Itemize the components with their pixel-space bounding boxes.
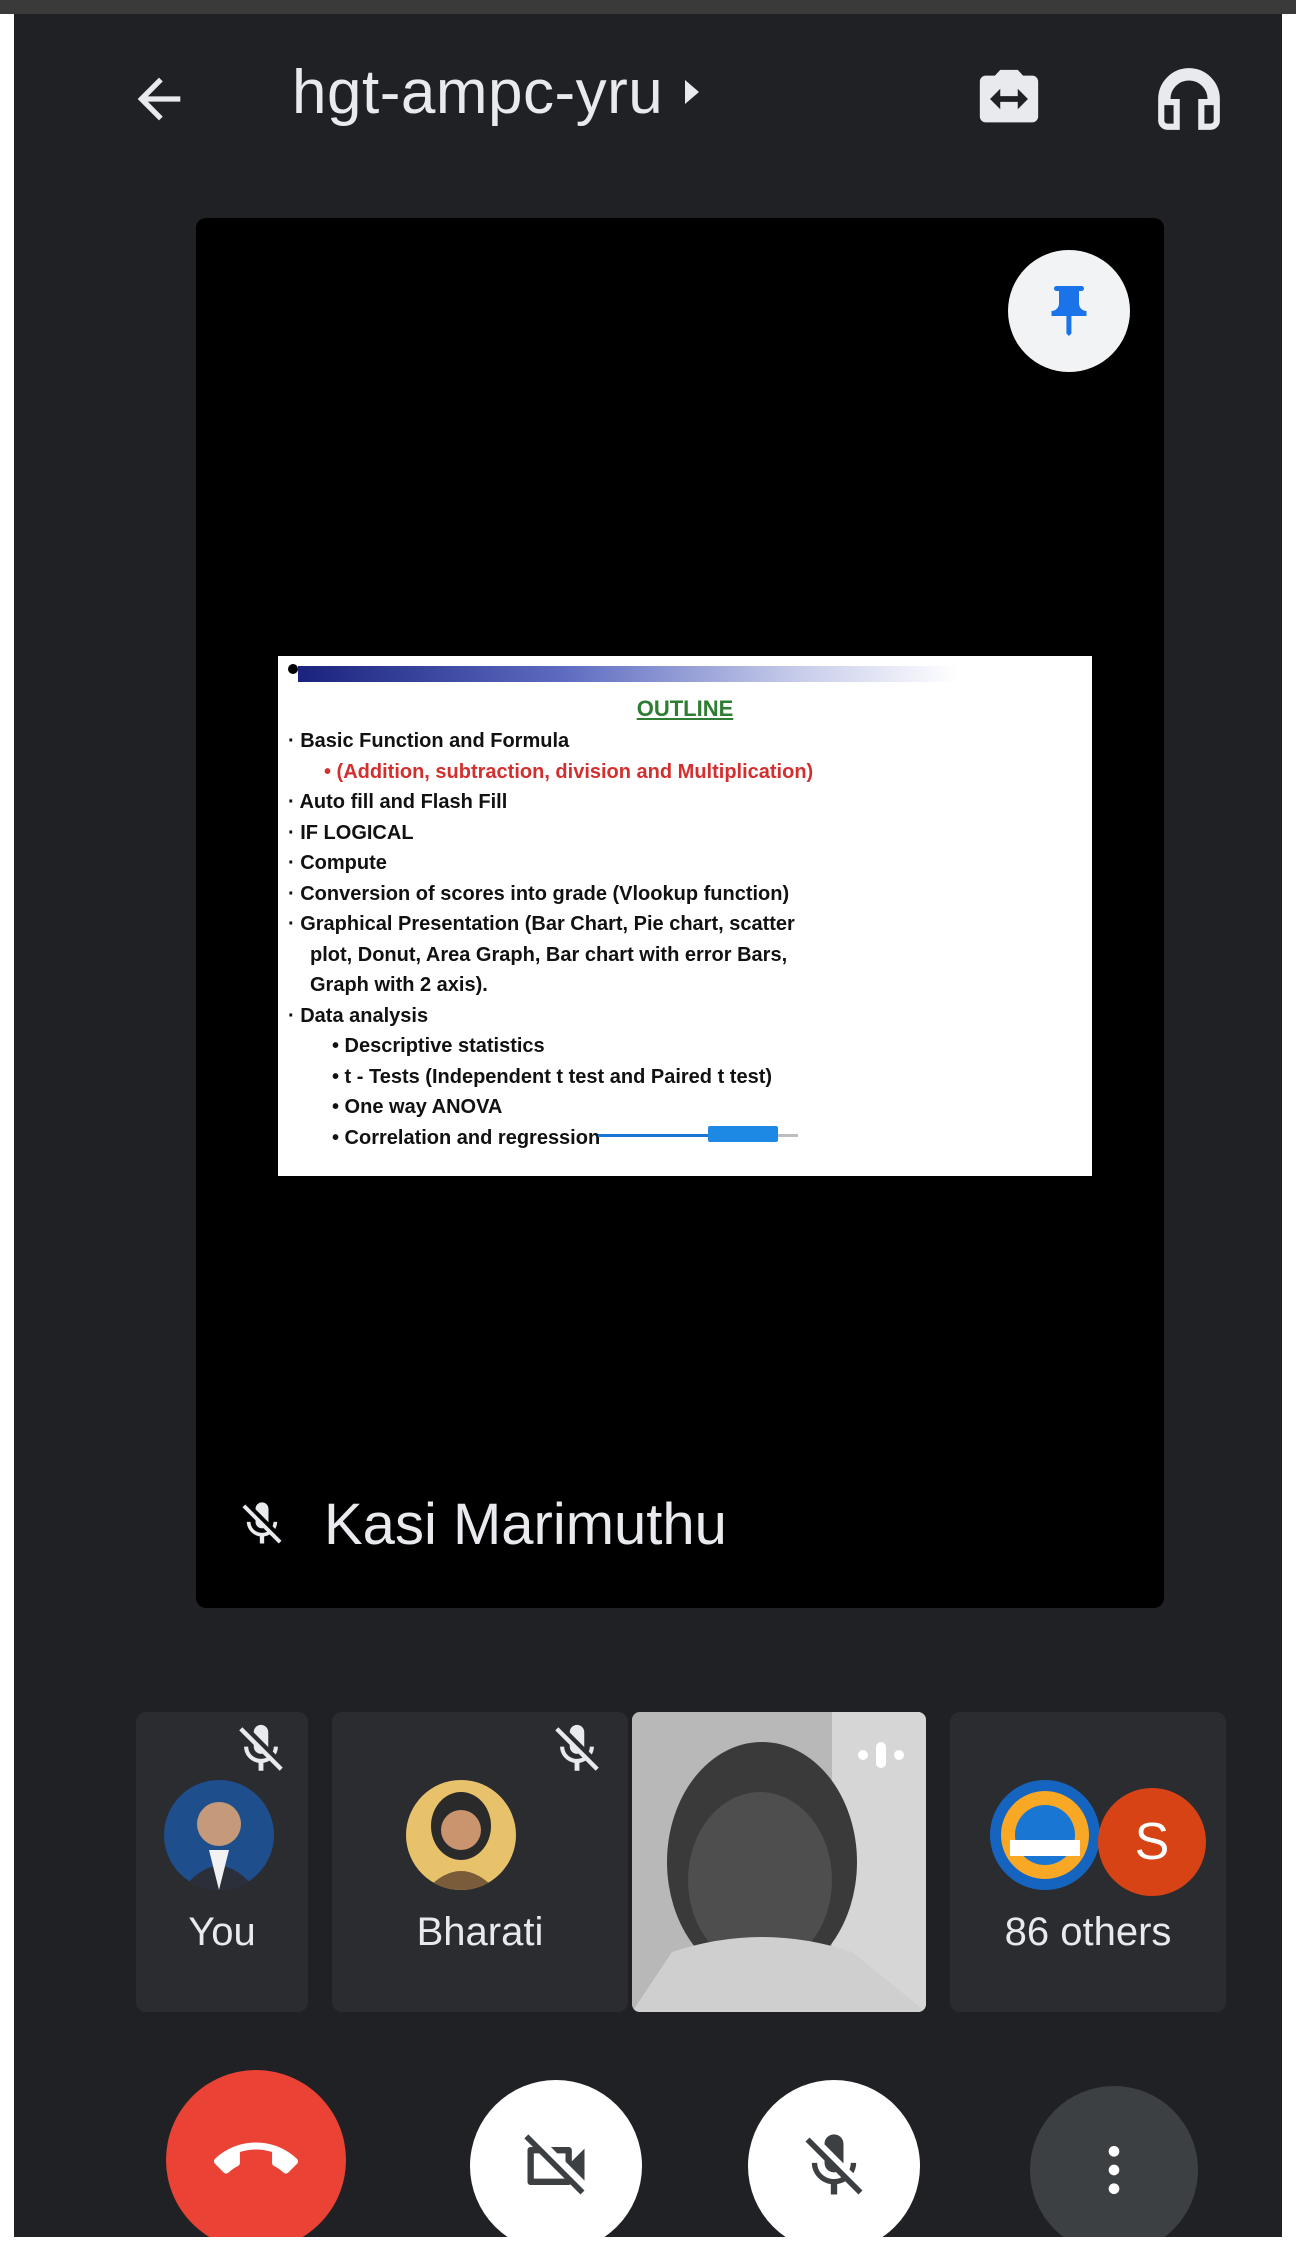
phone-hangup-icon <box>214 2142 298 2174</box>
slide-line: · Graphical Presentation (Bar Chart, Pie… <box>288 913 795 935</box>
audio-output-button[interactable] <box>1134 44 1244 154</box>
slide-line: · Conversion of scores into grade (Vlook… <box>288 882 790 905</box>
avatar-image <box>990 1780 1100 1890</box>
participant-tile-bharati[interactable]: Bharati <box>332 1712 628 2012</box>
slide-progress-fill <box>598 1134 708 1137</box>
speaker-label: Kasi Marimuthu <box>236 1484 727 1564</box>
slide-line: · Data analysis <box>288 1004 429 1027</box>
pin-button[interactable] <box>1008 250 1130 372</box>
camera-toggle-button[interactable] <box>470 2080 642 2251</box>
pin-icon <box>1051 286 1087 336</box>
end-call-button[interactable] <box>166 2070 346 2250</box>
participant-initial-badge: S <box>1098 1788 1206 1896</box>
slide-title: OUTLINE <box>636 696 734 721</box>
slide-line: · IF LOGICAL <box>288 821 414 844</box>
slide-line: • One way ANOVA <box>332 1096 503 1118</box>
slide-line: • (Addition, subtraction, division and M… <box>324 760 814 783</box>
back-button[interactable] <box>104 44 214 154</box>
avatar-image <box>406 1780 516 1890</box>
slide-outline: · Basic Function and Formula • (Addition… <box>288 726 1088 1153</box>
avatar <box>164 1780 274 1890</box>
slide-line: · Compute <box>288 852 387 874</box>
caret-right-icon <box>685 80 700 104</box>
participant-video-tile[interactable] <box>632 1712 926 2012</box>
switch-camera-button[interactable] <box>954 44 1064 154</box>
slide-line: Graph with 2 axis). <box>310 974 488 996</box>
camera-off-icon <box>524 2134 585 2195</box>
main-presentation-tile[interactable]: OUTLINE · Basic Function and Formula • (… <box>196 218 1164 1608</box>
mic-off-icon <box>805 2134 863 2195</box>
slide-line: plot, Donut, Area Graph, Bar chart with … <box>310 943 788 966</box>
mic-off-icon <box>239 1724 283 1771</box>
slide-header-bar <box>298 666 958 682</box>
participant-tile-you[interactable]: You <box>136 1712 308 2012</box>
participant-name: You <box>188 1910 256 1954</box>
mic-off-icon <box>242 1502 282 1544</box>
slide-line: • Correlation and regression <box>332 1126 601 1149</box>
slide-progress-thumb <box>708 1126 778 1142</box>
slide-bullet-dot <box>288 664 298 674</box>
participant-tile-others[interactable]: S 86 others <box>950 1712 1226 2012</box>
speaker-name: Kasi Marimuthu <box>324 1491 727 1557</box>
slide-progress-bar <box>598 1126 798 1142</box>
slide-line: · Basic Function and Formula <box>288 730 570 752</box>
arrow-left-icon <box>137 77 181 121</box>
shared-slide: OUTLINE · Basic Function and Formula • (… <box>278 656 1092 1176</box>
meeting-code-text: hgt-ampc-yru <box>292 57 664 127</box>
avatar-image <box>164 1780 274 1890</box>
avatar <box>406 1780 516 1890</box>
more-options-button[interactable] <box>1030 2086 1198 2251</box>
more-vert-icon <box>1108 2146 1120 2194</box>
participant-name: 86 others <box>1004 1910 1172 1954</box>
headphones-icon <box>1158 68 1220 130</box>
slide-line: • Descriptive statistics <box>332 1035 545 1057</box>
slide-line: • t - Tests (Independent t test and Pair… <box>332 1065 773 1088</box>
participant-name: Bharati <box>416 1910 544 1954</box>
meeting-code-button[interactable]: hgt-ampc-yru <box>292 52 700 132</box>
avatar <box>990 1780 1100 1890</box>
camera-switch-icon <box>979 69 1039 123</box>
screen-top-edge <box>0 0 1296 14</box>
screen-bottom-edge <box>0 2237 1296 2251</box>
more-vert-icon[interactable] <box>858 1742 904 1768</box>
mic-off-icon <box>555 1724 599 1771</box>
slide-line: · Auto fill and Flash Fill <box>288 791 508 813</box>
meet-screen: hgt-ampc-yru OUTLINE · Basic Function an… <box>14 14 1282 2251</box>
microphone-toggle-button[interactable] <box>748 2080 920 2251</box>
